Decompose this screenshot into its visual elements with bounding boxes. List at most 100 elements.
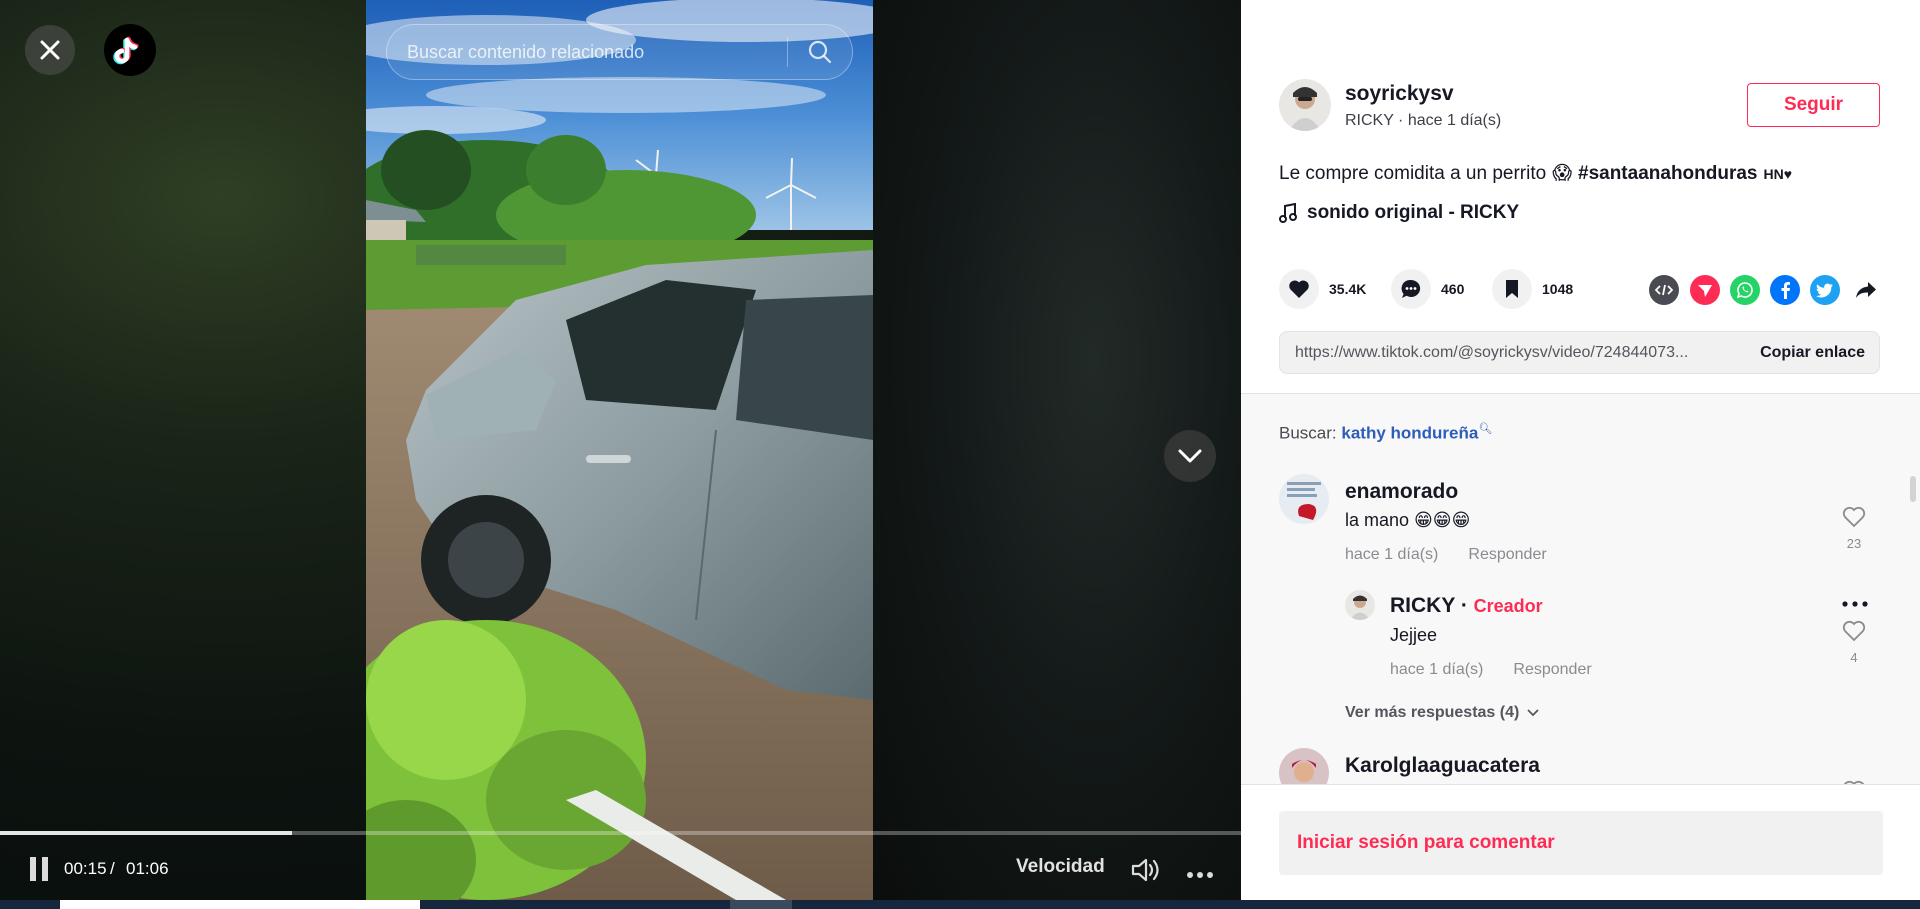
video-player[interactable]: 00:15 / 01:06 Velocidad xyxy=(0,0,1241,900)
author-display-name: RICKY xyxy=(1345,112,1394,129)
tiktok-logo-button[interactable] xyxy=(104,24,156,76)
heart-outline-icon xyxy=(1842,506,1866,528)
reply-avatar[interactable] xyxy=(1345,590,1375,620)
time-total: 01:06 xyxy=(126,859,169,878)
description-suffix: HN♥ xyxy=(1763,165,1793,182)
comment-avatar[interactable] xyxy=(1279,474,1329,524)
reply-text: Jejjee xyxy=(1390,625,1438,645)
pause-button[interactable] xyxy=(28,856,50,882)
creator-badge: Creador xyxy=(1473,596,1543,616)
reply-button[interactable]: Responder xyxy=(1468,546,1546,564)
whatsapp-share-button[interactable] xyxy=(1730,275,1760,305)
like-icon-circle xyxy=(1279,269,1319,309)
whatsapp-icon xyxy=(1736,282,1753,299)
send-icon xyxy=(1698,285,1712,297)
reply-button[interactable]: Responder xyxy=(1513,661,1591,679)
send-to-friends-button[interactable] xyxy=(1690,275,1720,305)
video-frame[interactable] xyxy=(366,0,873,900)
tiktok-logo-icon xyxy=(113,36,139,65)
search-suggestion-link[interactable]: kathy hondureña xyxy=(1341,424,1478,443)
like-button[interactable]: 35.4K xyxy=(1279,269,1366,309)
post-time-ago: hace 1 día(s) xyxy=(1407,112,1502,129)
author-avatar[interactable] xyxy=(1279,79,1331,131)
search-suggestion: Buscar: kathy hondureña🔍︎ xyxy=(1279,422,1492,444)
volume-icon xyxy=(1131,858,1159,882)
next-video-button[interactable] xyxy=(1164,430,1216,482)
video-image xyxy=(366,0,873,900)
facebook-share-button[interactable] xyxy=(1770,275,1800,305)
speed-button[interactable]: Velocidad xyxy=(1016,856,1105,878)
author-username[interactable]: soyrickysv xyxy=(1345,82,1454,106)
save-button[interactable]: 1048 xyxy=(1492,269,1573,309)
author-subtitle: RICKY · hace 1 día(s) xyxy=(1345,112,1501,130)
description-emoji: 😱 xyxy=(1552,163,1572,184)
embed-icon xyxy=(1655,284,1673,296)
share-forward-icon xyxy=(1856,282,1876,298)
copy-link-button[interactable]: Copiar enlace xyxy=(1748,344,1879,362)
comment-like-button[interactable]: 23 xyxy=(1842,506,1866,551)
related-search-box[interactable] xyxy=(386,24,853,80)
sound-label: sonido original - RICKY xyxy=(1307,202,1520,223)
save-icon-circle xyxy=(1492,269,1532,309)
comment-username[interactable]: Karolglaaguacatera xyxy=(1345,754,1540,778)
twitter-icon xyxy=(1816,283,1833,298)
reply-time: hace 1 día(s) xyxy=(1390,661,1484,678)
author-separator: · xyxy=(1393,112,1408,129)
comment-avatar-image xyxy=(1279,474,1329,524)
more-options-button[interactable] xyxy=(1186,866,1214,884)
video-progress-bar[interactable] xyxy=(0,831,1241,835)
author-avatar-image xyxy=(1279,79,1331,131)
hashtag-link[interactable]: #santaanahonduras xyxy=(1578,163,1758,185)
close-button[interactable] xyxy=(25,25,75,75)
more-icon xyxy=(1187,872,1213,878)
more-icon xyxy=(1842,601,1868,607)
time-separator: / xyxy=(110,859,115,878)
comment-avatar-image xyxy=(1279,748,1329,784)
video-link-url[interactable]: https://www.tiktok.com/@soyrickysv/video… xyxy=(1280,344,1748,362)
reply-more-button[interactable] xyxy=(1841,595,1869,613)
comment-time: hace 1 día(s) xyxy=(1345,546,1439,563)
pause-icon xyxy=(30,857,48,881)
comment-count: 460 xyxy=(1441,281,1465,297)
time-current: 00:15 xyxy=(64,859,107,878)
comment-meta: hace 1 día(s) Responder xyxy=(1345,546,1547,564)
reply-like-count: 4 xyxy=(1850,650,1858,665)
search-suggestion-icon: 🔍︎ xyxy=(1478,423,1493,435)
description-text: Le compre comidita a un perrito xyxy=(1279,162,1547,184)
login-to-comment-button[interactable]: Iniciar sesión para comentar xyxy=(1279,811,1883,875)
video-link-box: https://www.tiktok.com/@soyrickysv/video… xyxy=(1279,331,1880,374)
reply-like-button[interactable]: 4 xyxy=(1842,620,1866,665)
heart-outline-icon xyxy=(1842,620,1866,642)
reply-avatar-image xyxy=(1345,590,1375,620)
close-icon xyxy=(40,40,60,60)
related-search-input[interactable] xyxy=(387,25,787,79)
search-icon xyxy=(808,40,832,64)
chevron-down-icon xyxy=(1527,709,1539,717)
reply-header: RICKY · Creador xyxy=(1390,594,1543,618)
taskbar-segment xyxy=(60,900,420,909)
comment-button[interactable]: 460 xyxy=(1391,269,1464,309)
view-more-replies-button[interactable]: Ver más respuestas (4) xyxy=(1345,704,1539,722)
heart-icon xyxy=(1289,280,1309,298)
video-details-panel: soyrickysv RICKY · hace 1 día(s) Seguir … xyxy=(1241,0,1920,900)
comments-scrollbar[interactable] xyxy=(1910,476,1916,502)
search-suggestion-prefix: Buscar: xyxy=(1279,423,1337,443)
more-share-button[interactable] xyxy=(1851,275,1881,305)
sound-link[interactable]: sonido original - RICKY xyxy=(1279,202,1519,224)
embed-button[interactable] xyxy=(1649,275,1679,305)
twitter-share-button[interactable] xyxy=(1810,275,1840,305)
taskbar-strip xyxy=(0,900,1920,909)
taskbar-segment xyxy=(730,900,792,909)
comment-input-bar: Iniciar sesión para comentar xyxy=(1241,784,1920,900)
comment-avatar[interactable] xyxy=(1279,748,1329,784)
search-button[interactable] xyxy=(788,25,852,79)
save-count: 1048 xyxy=(1542,281,1574,297)
chevron-down-icon xyxy=(1178,449,1202,463)
comment-icon-circle xyxy=(1391,269,1431,309)
post-description: Le compre comidita a un perrito 😱 #santa… xyxy=(1279,162,1792,185)
follow-button[interactable]: Seguir xyxy=(1747,83,1880,127)
reply-username[interactable]: RICKY xyxy=(1390,594,1455,617)
comment-username[interactable]: enamorado xyxy=(1345,480,1458,504)
view-more-replies-label: Ver más respuestas (4) xyxy=(1345,704,1520,721)
volume-button[interactable] xyxy=(1130,856,1160,889)
